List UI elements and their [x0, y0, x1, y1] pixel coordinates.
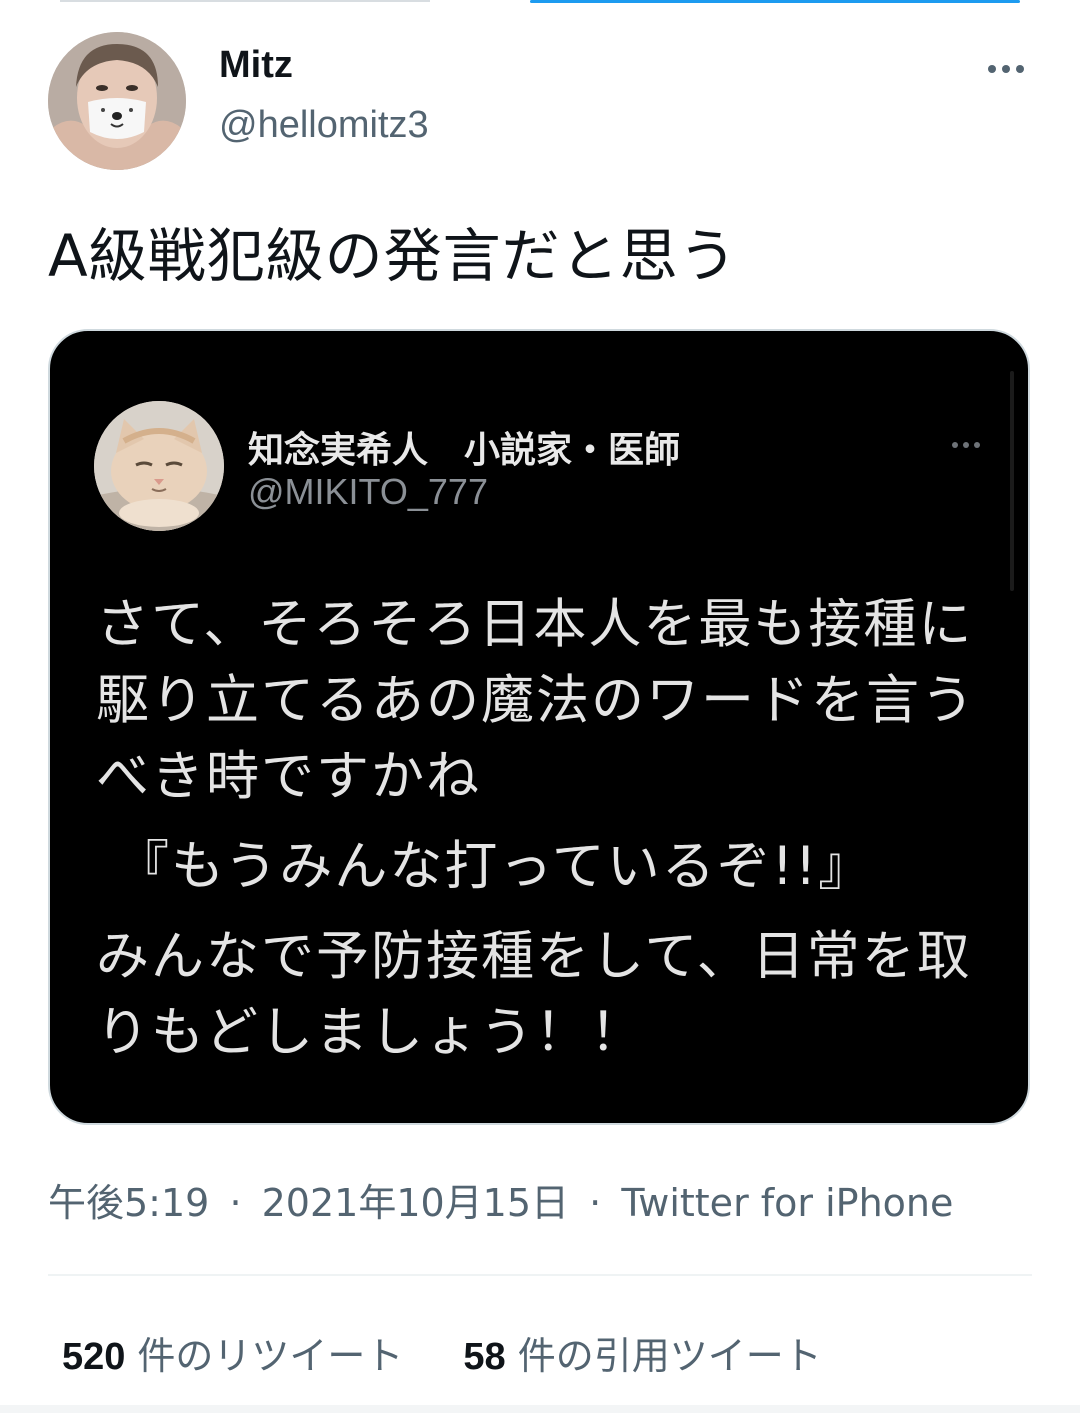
quoted-tweet-body: さて、そろそろ日本人を最も接種に 駆り立てるあの魔法のワードを言う べき時ですか…: [96, 587, 996, 1085]
author-avatar-image: [48, 32, 186, 170]
retweets-stat[interactable]: 520 件のリツイート: [62, 1325, 403, 1380]
meta-separator: ·: [589, 1181, 602, 1225]
quote-tweets-count: 58: [463, 1336, 506, 1378]
quote-scroll-hint: [1010, 371, 1014, 591]
more-options-icon[interactable]: [980, 52, 1032, 86]
quoted-avatar-cat-image: [94, 401, 224, 531]
quoted-line: 駆り立てるあの魔法のワードを言う: [96, 670, 976, 731]
quoted-paragraph: みんなで予防接種をして、日常を取 りもどしましょう！！: [96, 919, 996, 1071]
quoted-more-options-icon[interactable]: [946, 435, 986, 455]
tab-underline-inactive: [60, 0, 430, 2]
author-handle[interactable]: @hellomitz3: [219, 104, 429, 147]
quoted-author-avatar[interactable]: [94, 401, 224, 531]
more-dot: [1002, 65, 1010, 73]
quoted-line: 『もうみんな打っているぞ!!』: [116, 836, 874, 897]
tweet-source[interactable]: Twitter for iPhone: [621, 1181, 953, 1225]
retweets-count: 520: [62, 1336, 126, 1378]
author-display-name[interactable]: Mitz: [219, 44, 293, 87]
more-dot: [974, 442, 980, 448]
quoted-author-display-name[interactable]: 知念実希人 小説家・医師: [248, 421, 680, 473]
quoted-line: りもどしましょう！！: [96, 1002, 645, 1063]
more-dot: [952, 442, 958, 448]
tab-underline-active: [530, 0, 1020, 3]
quoted-author-handle[interactable]: @MIKITO_777: [248, 471, 488, 513]
retweets-label: 件のリツイート: [137, 1334, 404, 1378]
tweet-metadata: 午後5:19 · 2021年10月15日 · Twitter for iPhon…: [48, 1172, 953, 1227]
more-dot: [1016, 65, 1024, 73]
quote-tweets-stat[interactable]: 58 件の引用ツイート: [463, 1325, 821, 1380]
tweet-time[interactable]: 午後5:19: [48, 1181, 209, 1225]
divider: [48, 1274, 1032, 1276]
meta-separator: ·: [229, 1181, 242, 1225]
more-dot: [963, 442, 969, 448]
quoted-paragraph: さて、そろそろ日本人を最も接種に 駆り立てるあの魔法のワードを言う べき時ですか…: [96, 587, 996, 815]
engagement-stats: 520 件のリツイート 58 件の引用ツイート: [62, 1325, 822, 1380]
author-avatar[interactable]: [48, 32, 186, 170]
tweet-date[interactable]: 2021年10月15日: [262, 1181, 569, 1225]
quoted-line: さて、そろそろ日本人を最も接種に: [96, 594, 974, 655]
more-dot: [988, 65, 996, 73]
quoted-line: みんなで予防接種をして、日常を取: [96, 926, 972, 987]
quoted-line: べき時ですかね: [96, 746, 481, 807]
top-tab-indicator: [0, 0, 1080, 4]
quoted-tweet-card[interactable]: 知念実希人 小説家・医師 @MIKITO_777 さて、そろそろ日本人を最も接種…: [48, 329, 1030, 1125]
quote-tweets-label: 件の引用ツイート: [517, 1334, 822, 1378]
bottom-divider: [0, 1405, 1080, 1413]
tweet-text: A級戦犯級の発言だと思う: [48, 222, 738, 290]
